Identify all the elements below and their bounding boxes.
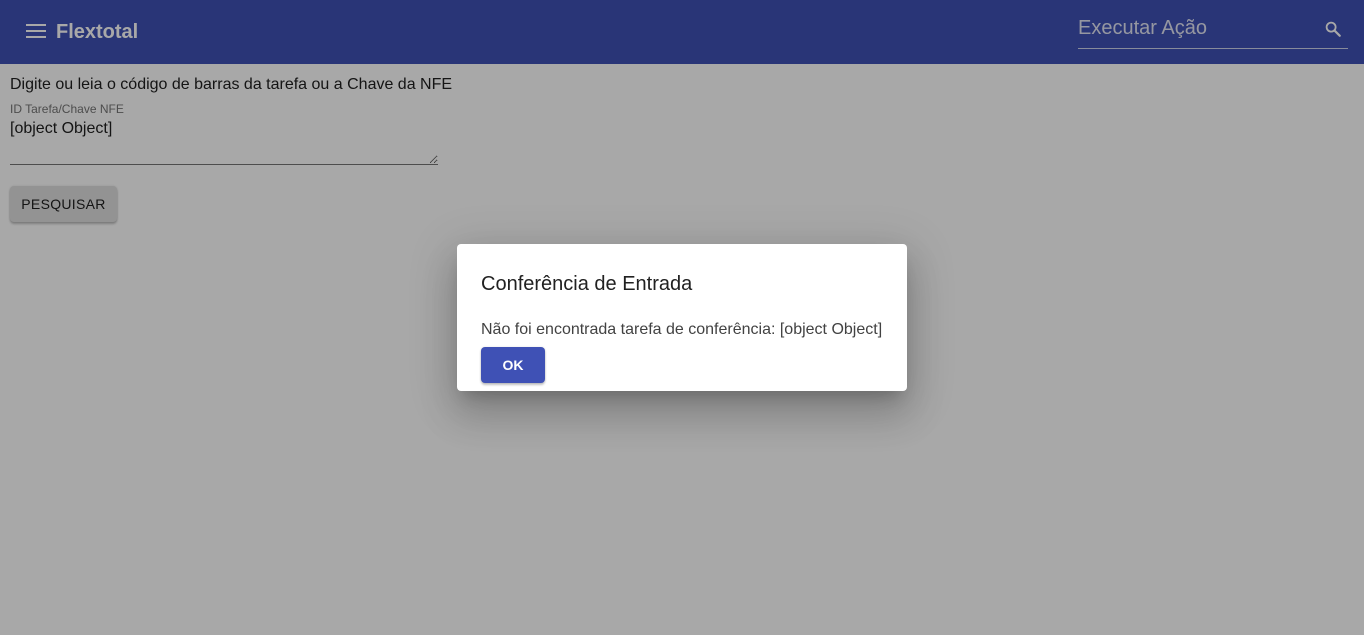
ok-button[interactable]: OK: [481, 347, 545, 383]
dialog-message: Não foi encontrada tarefa de conferência…: [481, 321, 883, 338]
alert-dialog: Conferência de Entrada Não foi encontrad…: [457, 244, 907, 391]
dialog-title: Conferência de Entrada: [481, 273, 693, 295]
